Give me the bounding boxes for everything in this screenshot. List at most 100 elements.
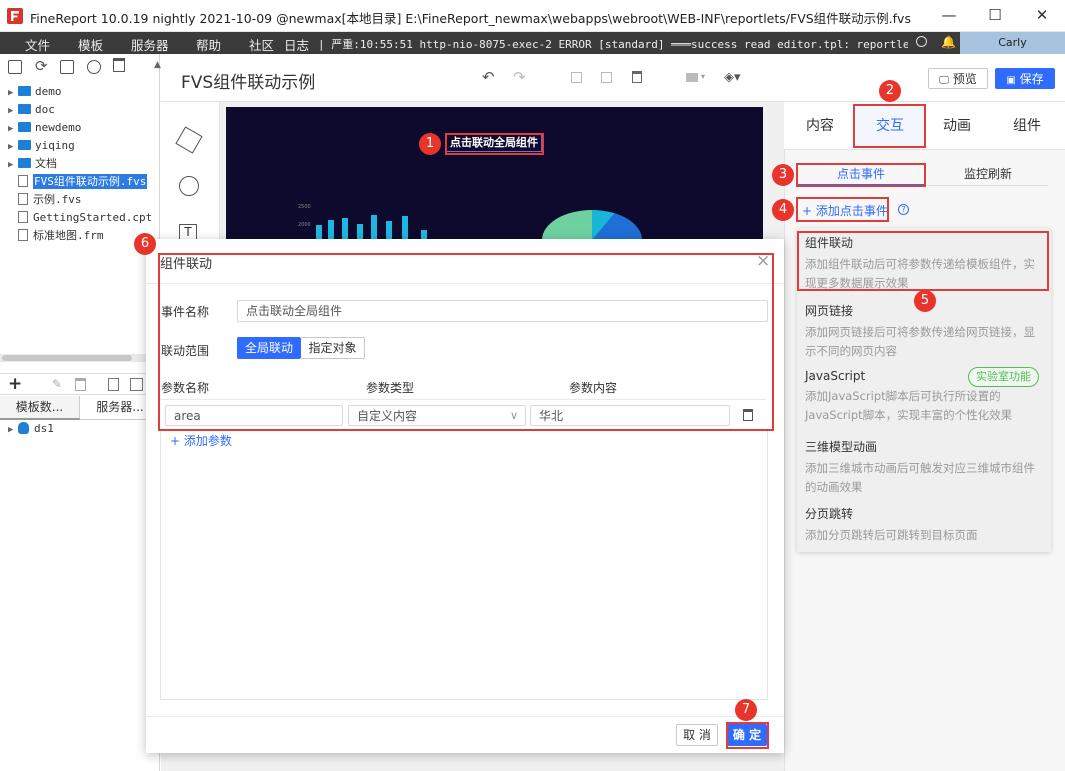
tree-folder[interactable]: ▶ yiqing [8,137,75,155]
maximize-button[interactable]: ☐ [972,0,1018,32]
page-title: FVS组件联动示例 [181,73,316,93]
event-option[interactable]: 分页跳转 添加分页跳转后可跳转到目标页面 [805,505,1043,545]
dataset-settings-icon[interactable] [130,378,143,391]
edit-icon[interactable]: ✎ [52,377,62,391]
tree-folder[interactable]: ▶ demo [8,83,62,101]
log-label[interactable]: 日志 [284,35,309,54]
left-panel: ⟳ ▲ ▶ demo ▶ doc ▶ newdemo ▶ yiqing ▶ 文档 FVS组件联动示例… [0,54,161,771]
tree-item-label: yiqing [35,139,75,152]
bar [357,224,363,240]
event-option[interactable]: JavaScript 添加JavaScript脚本后可执行所设置的JavaScri… [805,367,1043,425]
save-button[interactable]: ▣ 保存 [995,68,1055,89]
tree-file[interactable]: FVS组件联动示例.fvs [8,173,148,191]
search-icon[interactable] [916,36,927,47]
menu-file[interactable]: 文件 [25,35,50,54]
menu-help[interactable]: 帮助 [196,35,221,54]
preview-button[interactable]: 🖵 预览 [928,68,988,89]
file-icon [18,193,28,205]
tree-file[interactable]: 示例.fvs [8,191,82,209]
menu-template[interactable]: 模板 [78,35,103,54]
new-folder-icon[interactable] [8,60,22,74]
chevron-down-icon[interactable]: ▾ [701,72,705,81]
annotation-box [445,133,544,155]
divider [146,716,784,717]
file-icon [18,175,28,187]
tab-template-data[interactable]: 模板数... [0,396,80,420]
expand-arrow-icon[interactable]: ▶ [8,138,18,156]
tree-item-label: newdemo [35,121,82,134]
dashboard-canvas[interactable]: 点击联动全局组件 2500 2000 [226,107,763,270]
help-icon[interactable]: ? [898,204,909,215]
param-table-area [160,429,768,700]
tree-item-label: FVS组件联动示例.fvs [33,174,148,189]
expand-arrow-icon[interactable]: ▶ [8,120,18,138]
component-toolstrip: T [161,102,220,242]
settings-icon[interactable] [87,60,101,74]
locate-icon[interactable] [60,60,74,74]
window-titlebar: FineReport 10.0.19 nightly 2021-10-09 @n… [0,0,1065,32]
expand-arrow-icon[interactable]: ▶ [8,156,18,174]
menu-server[interactable]: 服务器 [131,35,169,54]
cube-icon[interactable] [175,126,203,154]
log-message: | 严重:10:55:51 http-nio-8075-exec-2 ERROR… [318,38,908,51]
preview-dataset-icon[interactable] [108,378,119,391]
menu-community[interactable]: 社区 [249,35,274,54]
undo-icon[interactable]: ↶ [482,68,495,86]
bar [371,215,377,240]
event-option-title: 分页跳转 [805,507,854,521]
tab-component[interactable]: 组件 [997,104,1057,148]
tree-item-label: 标准地图.frm [33,229,104,242]
file-icon [18,211,28,223]
layers-icon[interactable]: ◈▾ [724,70,741,85]
refresh-icon[interactable]: ⟳ [35,57,48,75]
minimize-button[interactable]: — [926,0,972,32]
trash-icon[interactable] [632,71,642,83]
add-dataset-icon[interactable]: + [8,374,22,394]
subtab-monitor-refresh[interactable]: 监控刷新 [928,163,1048,186]
bar [316,225,322,240]
collapse-icon[interactable]: ▲ [154,60,161,70]
annotation-box [796,197,889,222]
copy-icon[interactable] [571,72,582,83]
tab-animation[interactable]: 动画 [927,104,987,148]
tree-file[interactable]: 标准地图.frm [8,227,104,245]
cancel-button[interactable]: 取 消 [676,724,718,746]
event-option[interactable]: 三维模型动画添加三维城市动画后可触发对应三维城市组件的动画效果 [805,438,1043,497]
close-button[interactable]: ✕ [1019,0,1065,32]
delete-icon[interactable] [113,58,125,72]
expand-arrow-icon[interactable]: ▶ [8,102,18,120]
tree-folder[interactable]: ▶ 文档 [8,155,57,173]
tree-item-label: doc [35,103,55,116]
tree-scrollbar[interactable] [0,354,160,362]
tree-file[interactable]: GettingStarted.cpt [8,209,152,227]
user-name[interactable]: Carly [960,32,1065,54]
tree-folder[interactable]: ▶ newdemo [8,119,81,137]
dataset-item[interactable]: ▶ ds1 [8,420,54,438]
annotation-box [158,253,774,431]
tree-folder[interactable]: ▶ doc [8,101,55,119]
tree-item-label: GettingStarted.cpt [33,211,153,224]
expand-arrow-icon[interactable]: ▶ [8,84,18,102]
bell-icon[interactable]: 🔔 [941,35,956,49]
annotation-box [726,722,769,749]
paste-icon[interactable] [601,72,612,83]
align-icon[interactable] [686,73,698,82]
event-option-title: 三维模型动画 [805,440,878,454]
pie-chart-icon[interactable] [179,176,199,196]
delete-dataset-icon[interactable] [75,378,86,391]
step-badge: 5 [914,290,936,312]
step-badge: 3 [772,164,794,186]
dataset-toolbar: + ✎ [0,373,160,395]
save-icon: ▣ [1006,75,1016,86]
redo-icon[interactable]: ↷ [513,68,526,86]
step-badge: 6 [134,233,156,255]
tree-item-label: 示例.fvs [33,193,82,206]
event-option-desc: 添加三维城市动画后可触发对应三维城市组件的动画效果 [805,461,1035,494]
step-badge: 2 [879,80,901,102]
axis-tick: 2000 [298,222,311,228]
folder-icon [18,122,31,132]
bar [386,221,392,240]
folder-icon [18,86,31,96]
tab-content[interactable]: 内容 [790,104,850,148]
lab-feature-badge: 实验室功能 [968,367,1039,387]
